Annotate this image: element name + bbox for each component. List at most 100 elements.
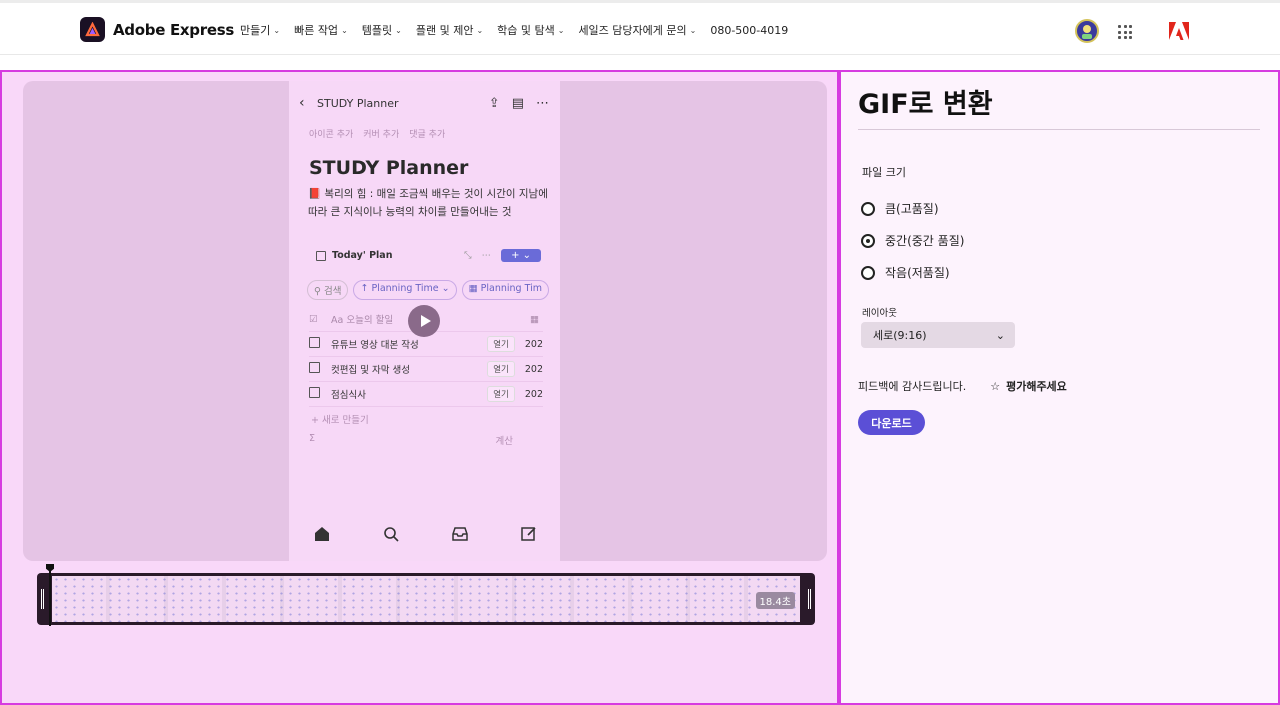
chevron-down-icon: ⌄ [557,25,565,35]
preview-header-title: STUDY Planner [317,96,399,110]
back-arrow-icon: ‹ [299,95,305,111]
brand-name: Adobe Express [113,20,234,39]
nav-create[interactable]: 만들기 ⌄ [240,22,280,38]
view-name: Today' Plan [332,250,393,261]
preview-header: ‹ STUDY Planner ⇪ ▤ ⋯ [299,95,549,111]
panel-title: GIF로 변환 [858,89,993,120]
feedback-text: 피드백에 감사드립니다. [858,380,967,393]
nav-create-label: 만들기 [240,24,271,37]
row-title: 유튜브 영상 대본 작성 [331,340,419,351]
inbox-icon [452,527,468,541]
row-title: 점심식사 [331,390,366,401]
preview-area: ‹ STUDY Planner ⇪ ▤ ⋯ 아이콘 추가 커버 추가 댓글 추가… [0,70,839,705]
sum-label: Σ [309,433,316,444]
star-icon: ☆ [990,379,1001,393]
more-icon: ⋯ [536,95,549,111]
calendar-icon: ▦ [468,283,481,294]
checkbox-column-icon: ☑ [309,313,318,325]
page-description: 📕 복리의 힘 : 매일 조금씩 배우는 것이 시간이 지남에 따라 큰 지식이… [308,188,548,218]
share-icon: ⇪ [488,95,500,111]
video-preview[interactable]: ‹ STUDY Planner ⇪ ▤ ⋯ 아이콘 추가 커버 추가 댓글 추가… [23,81,827,561]
view-more-icon: ⋯ [481,250,492,261]
chevron-down-icon: ⌄ [476,25,484,35]
nav-learn-label: 학습 및 탐색 [497,24,555,37]
nav-templates-label: 템플릿 [361,24,393,37]
table-row: 컷편집 및 자막 생성 열기 202 [309,357,543,382]
nav-contact-sales-label: 세일즈 담당자에게 문의 [578,24,687,37]
radio-large[interactable]: 큼(고품질) [861,200,939,217]
radio-medium[interactable]: 중간(중간 품질) [861,232,964,249]
filter-planning-time: ▦ Planning Tim [461,280,549,300]
nav-plans-label: 플랜 및 제안 [415,24,474,37]
apps-grid-icon[interactable] [1118,25,1132,39]
radio-small-circle[interactable] [861,265,875,280]
rate-label: 평가해주세요 [1006,380,1067,393]
chevron-down-icon: ⌄ [689,25,697,35]
download-button[interactable]: 다운로드 [858,410,925,435]
new-row: + 새로 만들기 [311,415,369,426]
avatar[interactable] [1075,19,1099,43]
nav-templates[interactable]: 템플릿 ⌄ [362,22,402,38]
add-icon: + ⌄ [501,249,541,262]
adobe-express-icon [80,17,105,42]
meta-add-icon: 아이콘 추가 [309,130,354,140]
filter-sort: ↑ Planning Time ⌄ [353,280,457,300]
main-nav: 만들기 ⌄ 빠른 작업 ⌄ 템플릿 ⌄ 플랜 및 제안 ⌄ 학습 및 탐색 ⌄ 세일즈 담… [240,22,788,38]
trim-start-handle[interactable] [41,589,44,609]
checkbox [309,337,320,348]
filmstrip [52,576,800,622]
trim-timeline[interactable]: 18.4초 [37,573,815,625]
row-title: 컷편집 및 자막 생성 [331,365,410,376]
settings-panel: GIF로 변환 파일 크기 큼(고품질) 중간(중간 품질) 작음(저품질) 레… [839,70,1280,705]
checkbox [309,362,320,373]
file-size-label: 파일 크기 [862,166,906,179]
adobe-logo-icon[interactable] [1169,22,1189,44]
nav-quick-actions-label: 빠른 작업 [294,24,339,37]
phone-number[interactable]: 080-500-4019 [710,22,788,38]
adobe-express-logo[interactable]: Adobe Express [80,17,234,42]
nav-plans[interactable]: 플랜 및 제안 ⌄ [416,22,483,38]
duration-badge: 18.4초 [755,592,795,609]
meta-add-cover: 커버 추가 [363,130,400,140]
filter-bar: ⚲ 검색 ↑ Planning Time ⌄ ▦ Planning Tim [307,280,549,300]
expand-icon: ⤡ [463,250,472,261]
video-frame: ‹ STUDY Planner ⇪ ▤ ⋯ 아이콘 추가 커버 추가 댓글 추가… [289,81,560,561]
row-date: 202 [524,363,543,375]
radio-medium-circle[interactable] [861,233,875,248]
feedback-row: 피드백에 감사드립니다. ☆ 평가해주세요 [858,378,1067,394]
open-badge: 열기 [487,386,515,402]
open-badge: 열기 [487,336,515,352]
row-date: 202 [524,388,543,400]
row-date: 202 [524,338,543,350]
layout-select[interactable]: 세로(9:16) ⌄ [861,322,1015,348]
radio-large-label: 큼(고품질) [885,202,939,216]
summary-row: Σ 계산 [309,431,543,447]
rate-button[interactable]: ☆ 평가해주세요 [990,378,1067,394]
radio-medium-label: 중간(중간 품질) [885,234,965,248]
filter-planning-label: Planning Tim [480,283,542,294]
divider [858,129,1260,130]
chevron-down-icon: ⌄ [341,25,348,35]
comment-icon: ▤ [511,95,524,111]
search-icon: ⚲ [314,286,324,297]
layout-select-value: 세로(9:16) [873,329,927,342]
nav-quick-actions[interactable]: 빠른 작업 ⌄ [294,22,348,38]
checkbox [309,387,320,398]
open-badge: 열기 [487,361,515,377]
radio-large-circle[interactable] [861,201,875,216]
filter-sort-label: ↑ Planning Time [360,283,439,294]
radio-small[interactable]: 작음(저품질) [861,264,950,281]
playhead[interactable] [49,564,51,626]
page-heading: STUDY Planner [309,157,469,179]
calendar-column-icon: ▦ [530,313,539,325]
edit-icon [521,527,536,541]
play-button[interactable] [408,305,440,337]
layout-label: 레이아웃 [862,308,897,319]
home-icon [315,527,329,541]
chevron-down-icon: ⌄ [995,328,1005,342]
search-icon [384,527,399,542]
database-view-bar: Today' Plan ⤡ ⋯ + ⌄ [316,249,541,262]
nav-learn[interactable]: 학습 및 탐색 ⌄ [497,22,564,38]
nav-contact-sales[interactable]: 세일즈 담당자에게 문의 ⌄ [578,22,696,38]
trim-end-handle[interactable] [808,589,811,609]
